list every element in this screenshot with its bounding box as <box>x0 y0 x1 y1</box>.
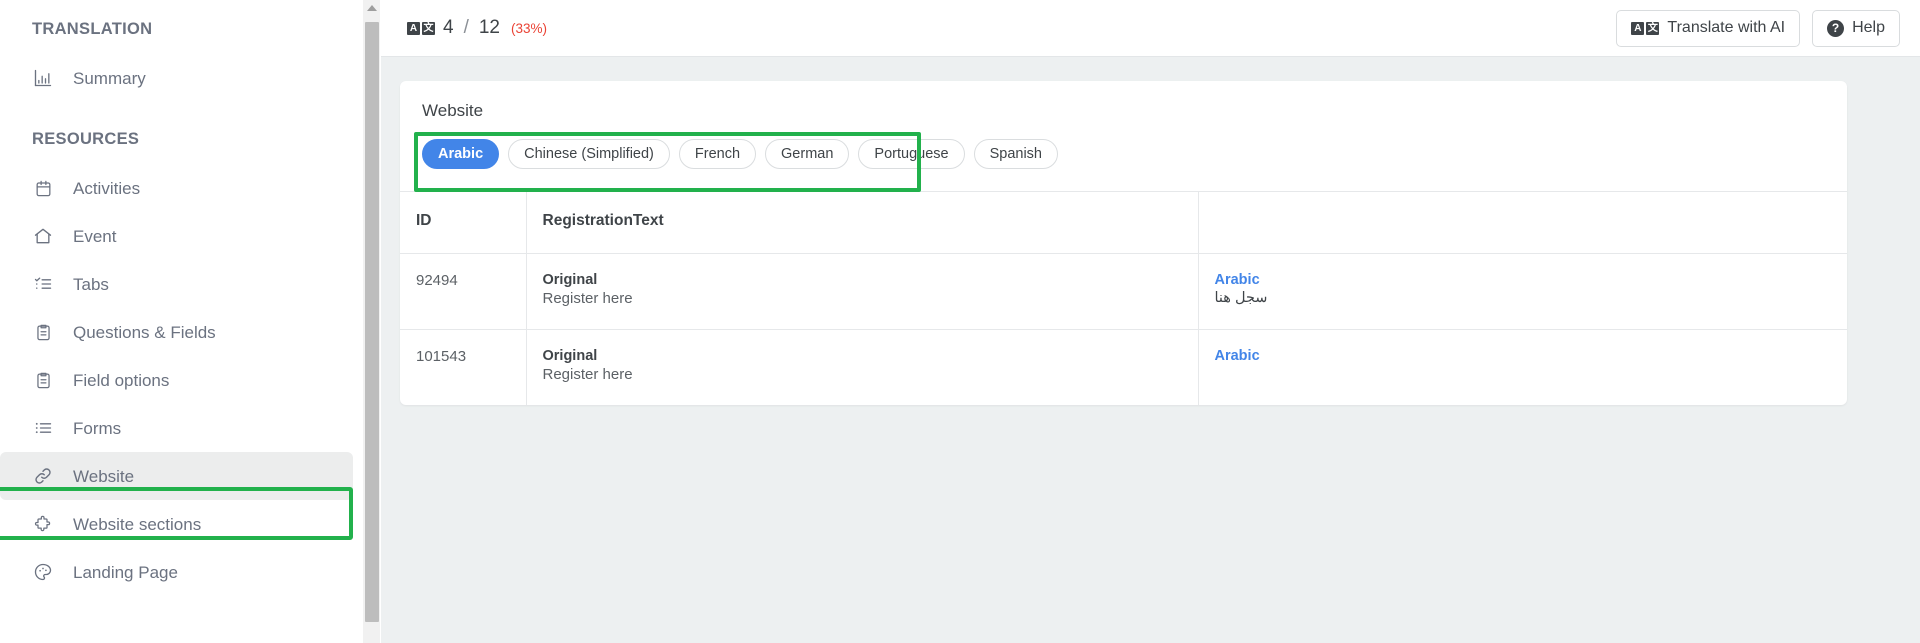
translation-text: سجل هنا <box>1214 290 1268 306</box>
translation-table: ID RegistrationText 92494 Original Regis… <box>400 191 1847 405</box>
puzzle-icon <box>32 513 54 535</box>
language-pill-portuguese[interactable]: Portuguese <box>858 139 965 169</box>
language-pill-german[interactable]: German <box>765 139 850 169</box>
progress-total: 12 <box>478 17 500 38</box>
sidebar-item-label: Website <box>73 466 135 486</box>
bar-chart-icon <box>32 67 54 89</box>
sidebar-item-label: Summary <box>73 68 146 88</box>
cell-original[interactable]: Original Register here <box>526 253 1199 330</box>
clipboard-icon <box>32 369 54 391</box>
translate-icon: A 文 <box>1631 21 1660 35</box>
sidebar-item-landing-page[interactable]: Landing Page <box>0 548 353 596</box>
translate-icon-letter-a: A <box>1631 21 1645 35</box>
language-pill-group: Arabic Chinese (Simplified) French Germa… <box>400 139 1847 191</box>
checklist-icon <box>32 273 54 295</box>
column-header-id: ID <box>400 191 527 254</box>
palette-icon <box>32 561 54 583</box>
progress-percent: (33%) <box>511 20 548 36</box>
translate-with-ai-button[interactable]: A 文 Translate with AI <box>1616 9 1801 47</box>
table-header: ID RegistrationText <box>400 191 1847 254</box>
table-header-row: ID RegistrationText <box>400 191 1847 254</box>
translate-icon: A 文 <box>407 21 435 35</box>
translation-language-label: Arabic <box>1214 272 1260 288</box>
sidebar-item-forms[interactable]: Forms <box>0 404 353 452</box>
translate-with-ai-label: Translate with AI <box>1667 19 1786 36</box>
original-text: Register here <box>542 290 633 307</box>
sidebar-item-label: Landing Page <box>73 562 178 582</box>
top-bar: A 文 4 / 12 (33%) A 文 Translate with AI ?… <box>381 0 1920 57</box>
translate-icon-letter-cjk: 文 <box>422 21 435 35</box>
progress-current: 4 <box>443 17 454 38</box>
language-pill-arabic[interactable]: Arabic <box>422 139 500 169</box>
table-row[interactable]: 92494 Original Register here Arabic سجل … <box>400 253 1847 330</box>
sidebar-item-activities[interactable]: Activities <box>0 164 353 212</box>
content-area: Website Arabic Chinese (Simplified) Fren… <box>381 57 1920 643</box>
original-text: Register here <box>542 366 633 383</box>
link-icon <box>32 465 54 487</box>
main-area: A 文 4 / 12 (33%) A 文 Translate with AI ?… <box>381 0 1920 643</box>
sidebar: TRANSLATION Summary RESOURCES Activities… <box>0 0 381 643</box>
sidebar-item-website-sections[interactable]: Website sections <box>0 500 353 548</box>
sidebar-item-label: Activities <box>73 178 141 198</box>
translation-language-label: Arabic <box>1214 348 1260 364</box>
cell-original[interactable]: Original Register here <box>526 329 1199 405</box>
sidebar-group-title-translation: TRANSLATION <box>32 20 153 38</box>
original-label: Original <box>542 348 598 364</box>
progress-separator: / <box>463 17 469 38</box>
sidebar-item-label: Field options <box>73 370 170 390</box>
card-header: Website <box>400 81 1847 121</box>
language-pill-spanish[interactable]: Spanish <box>973 139 1058 169</box>
sidebar-item-label: Questions & Fields <box>73 322 216 342</box>
original-label: Original <box>542 272 598 288</box>
sidebar-item-event[interactable]: Event <box>0 212 353 260</box>
help-label: Help <box>1852 19 1885 36</box>
language-pill-chinese-simplified[interactable]: Chinese (Simplified) <box>508 139 670 169</box>
scroll-up-arrow-icon[interactable] <box>367 5 377 11</box>
app-root: TRANSLATION Summary RESOURCES Activities… <box>0 0 1920 643</box>
home-icon <box>32 225 54 247</box>
sidebar-item-website[interactable]: Website <box>0 452 353 500</box>
cell-id: 101543 <box>400 329 527 405</box>
sidebar-item-summary[interactable]: Summary <box>0 54 353 102</box>
table-row[interactable]: 101543 Original Register here Arabic <box>400 329 1847 405</box>
sidebar-item-label: Tabs <box>73 274 109 294</box>
website-translation-card: Website Arabic Chinese (Simplified) Fren… <box>400 81 1847 405</box>
calendar-icon <box>32 177 54 199</box>
sidebar-nav: TRANSLATION Summary RESOURCES Activities… <box>0 0 363 643</box>
sidebar-item-tabs[interactable]: Tabs <box>0 260 353 308</box>
sidebar-item-label: Event <box>73 226 117 246</box>
sidebar-item-questions-and-fields[interactable]: Questions & Fields <box>0 308 353 356</box>
cell-translation[interactable]: Arabic سجل هنا <box>1198 253 1847 330</box>
sidebar-item-field-options[interactable]: Field options <box>0 356 353 404</box>
translate-icon-letter-a: A <box>407 21 420 35</box>
sidebar-group-resources: RESOURCES Activities Event Tabs Question… <box>0 130 363 596</box>
cell-id: 92494 <box>400 253 527 330</box>
sidebar-item-label: Website sections <box>73 514 202 534</box>
help-button[interactable]: ? Help <box>1812 9 1900 47</box>
help-circle-icon: ? <box>1827 19 1845 37</box>
table-body: 92494 Original Register here Arabic سجل … <box>400 253 1847 405</box>
sidebar-item-label: Forms <box>73 418 122 438</box>
language-pill-french[interactable]: French <box>678 139 757 169</box>
column-header-translation <box>1198 191 1847 254</box>
page-title: Website <box>422 101 484 120</box>
cell-translation[interactable]: Arabic <box>1198 329 1847 405</box>
sidebar-scrollbar-thumb[interactable] <box>365 22 379 622</box>
sidebar-group-title-resources: RESOURCES <box>32 130 140 148</box>
translate-icon-letter-cjk: 文 <box>1646 21 1660 35</box>
clipboard-icon <box>32 321 54 343</box>
translation-progress: A 文 4 / 12 (33%) <box>407 17 547 39</box>
list-icon <box>32 417 54 439</box>
sidebar-group-translation: TRANSLATION Summary <box>0 0 363 102</box>
column-header-registrationtext: RegistrationText <box>526 191 1199 254</box>
